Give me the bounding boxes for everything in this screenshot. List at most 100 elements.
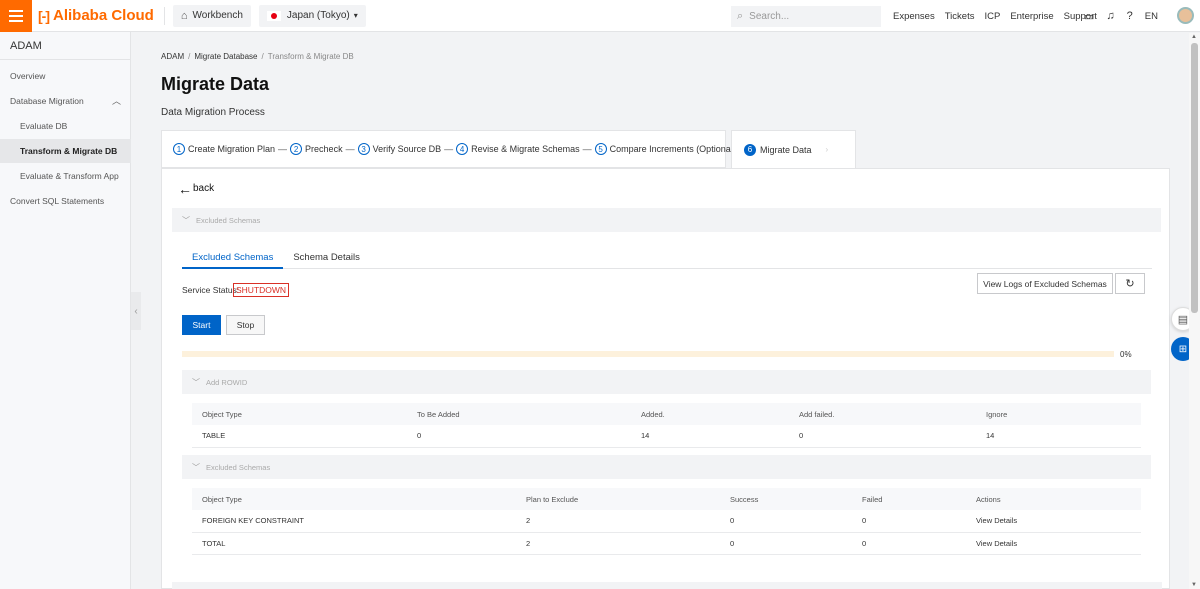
step-number: 5 [594, 143, 607, 155]
language-switch[interactable]: EN [1145, 11, 1158, 22]
back-label: back [193, 183, 215, 194]
top-links: Expenses Tickets ICP Enterprise Support [893, 0, 1107, 32]
table-cell: 2 [516, 510, 720, 533]
region-selector[interactable]: Japan (Tokyo) ▾ [258, 4, 366, 27]
enterprise-link[interactable]: Enterprise [1010, 11, 1053, 22]
step-number: 6 [744, 143, 756, 156]
back-link[interactable]: ← back [178, 182, 215, 196]
stop-button[interactable]: Stop [226, 315, 265, 335]
table-row: TABLE 0 14 0 14 [192, 425, 1141, 448]
view-details-link[interactable]: View Details [966, 510, 1141, 533]
table-cell: 0 [407, 425, 631, 448]
progress-bar [182, 351, 1114, 357]
menu-icon[interactable] [0, 0, 32, 32]
terminal-icon[interactable]: ▭ [1084, 10, 1094, 23]
workbench-button[interactable]: ⌂ Workbench [172, 4, 251, 27]
scroll-down-icon[interactable]: ▼ [1191, 582, 1197, 588]
excluded-schemas-table: Object Type Plan to Exclude Success Fail… [192, 488, 1141, 555]
add-rowid-table: Object Type To Be Added Added. Add faile… [192, 403, 1141, 448]
table-cell: 0 [720, 532, 852, 555]
sidebar-item-transform-migrate-db[interactable]: Transform & Migrate DB [0, 139, 131, 163]
column-header: Add failed. [789, 403, 976, 425]
service-status-label: Service Status: [182, 285, 240, 295]
start-button[interactable]: Start [182, 315, 221, 335]
expenses-link[interactable]: Expenses [893, 11, 935, 22]
table-row: FOREIGN KEY CONSTRAINT 2 0 0 View Detail… [192, 510, 1141, 533]
view-logs-button[interactable]: View Logs of Excluded Schemas [977, 273, 1113, 294]
table-cell: 2 [516, 532, 720, 555]
step-create-migration-plan[interactable]: 1 Create Migration Plan [173, 143, 275, 155]
sidebar-item-convert-sql[interactable]: Convert SQL Statements [0, 189, 131, 213]
sidebar-title: ADAM [0, 32, 130, 60]
scrollbar[interactable]: ▲ ▼ [1189, 33, 1200, 589]
step-compare-increments[interactable]: 5 Compare Increments (Optional) [594, 143, 736, 155]
step-label: Verify Source DB [372, 144, 442, 154]
service-status-value: SHUTDOWN [233, 283, 290, 297]
table-cell: 0 [720, 510, 852, 533]
search-input[interactable]: ⌕ Search... [731, 6, 881, 27]
sidebar-collapse-handle[interactable]: ‹ [131, 292, 141, 330]
progress-percent: 0% [1120, 350, 1132, 359]
bell-icon[interactable]: ♫ [1106, 10, 1114, 22]
table-cell: 0 [852, 510, 966, 533]
column-header: Added. [631, 403, 789, 425]
search-icon: ⌕ [737, 10, 744, 22]
refresh-button[interactable]: ↻ [1115, 273, 1145, 294]
step-number: 4 [456, 143, 469, 155]
sidebar-item-overview[interactable]: Overview [0, 64, 131, 88]
column-header: Success [720, 488, 852, 510]
step-verify-source-db[interactable]: 3 Verify Source DB [357, 143, 442, 155]
table-cell: TOTAL [192, 532, 516, 555]
breadcrumb-migrate-database[interactable]: Migrate Database [194, 52, 257, 61]
step-label: Create Migration Plan [188, 144, 276, 154]
table-header-row: Object Type Plan to Exclude Success Fail… [192, 488, 1141, 510]
step-label: Revise & Migrate Schemas [471, 144, 580, 154]
step-precheck[interactable]: 2 Precheck [290, 143, 343, 155]
scrollbar-thumb[interactable] [1191, 43, 1198, 313]
region-label: Japan (Tokyo) [286, 10, 350, 21]
step-label: Migrate Data [760, 144, 812, 155]
chevron-down-icon: ▾ [353, 11, 358, 20]
step-connector: — [278, 144, 288, 154]
column-header: Plan to Exclude [516, 488, 720, 510]
breadcrumb-adam[interactable]: ADAM [161, 52, 184, 61]
view-details-link[interactable]: View Details [966, 532, 1141, 555]
tab-excluded-schemas[interactable]: Excluded Schemas [182, 248, 284, 269]
chevron-down-icon: ﹀ [192, 377, 200, 387]
breadcrumb-separator: / [188, 52, 191, 61]
scroll-up-icon[interactable]: ▲ [1191, 34, 1197, 40]
column-header: Ignore [976, 403, 1141, 425]
excluded-schemas-collapse-header[interactable]: ﹀ Excluded Schemas [172, 208, 1161, 232]
page-subtitle: Data Migration Process [161, 107, 265, 118]
tickets-link[interactable]: Tickets [945, 11, 975, 22]
sidebar-item-label: Database Migration [10, 96, 84, 106]
tabs: Excluded Schemas Schema Details [182, 248, 1152, 269]
sidebar-item-evaluate-db[interactable]: Evaluate DB [0, 114, 131, 138]
column-header: Object Type [192, 403, 407, 425]
collapsed-section-strip [172, 582, 1162, 589]
table-cell: 14 [976, 425, 1141, 448]
sidebar-item-evaluate-transform-app[interactable]: Evaluate & Transform App [0, 164, 131, 188]
icp-link[interactable]: ICP [984, 11, 1000, 22]
avatar[interactable] [1177, 7, 1194, 24]
sidebar-item-database-migration[interactable]: Database Migration ︿ [0, 89, 131, 113]
tab-schema-details[interactable]: Schema Details [283, 248, 370, 269]
excluded-schemas-section-header[interactable]: ﹀ Excluded Schemas [182, 455, 1151, 479]
workbench-label: Workbench [192, 10, 243, 21]
add-rowid-collapse-header[interactable]: ﹀ Add ROWID [182, 370, 1151, 394]
step-label: Compare Increments (Optional) [609, 144, 736, 154]
step-revise-migrate-schemas[interactable]: 4 Revise & Migrate Schemas [456, 143, 580, 155]
column-header: Failed [852, 488, 966, 510]
step-migrate-data[interactable]: 6 Migrate Data › [731, 130, 856, 168]
home-icon: ⌂ [180, 9, 188, 22]
alibaba-cloud-logo[interactable]: [-] Alibaba Cloud [38, 6, 165, 25]
section-title: Excluded Schemas [206, 462, 271, 472]
step-label: Precheck [305, 144, 343, 154]
help-icon[interactable]: ? [1127, 10, 1133, 22]
table-cell: TABLE [192, 425, 407, 448]
table-header-row: Object Type To Be Added Added. Add faile… [192, 403, 1141, 425]
step-number: 1 [173, 143, 185, 155]
chevron-up-icon: ︿ [111, 96, 121, 106]
top-icons: ▭ ♫ ? EN [1084, 0, 1170, 32]
page-title: Migrate Data [161, 74, 270, 94]
